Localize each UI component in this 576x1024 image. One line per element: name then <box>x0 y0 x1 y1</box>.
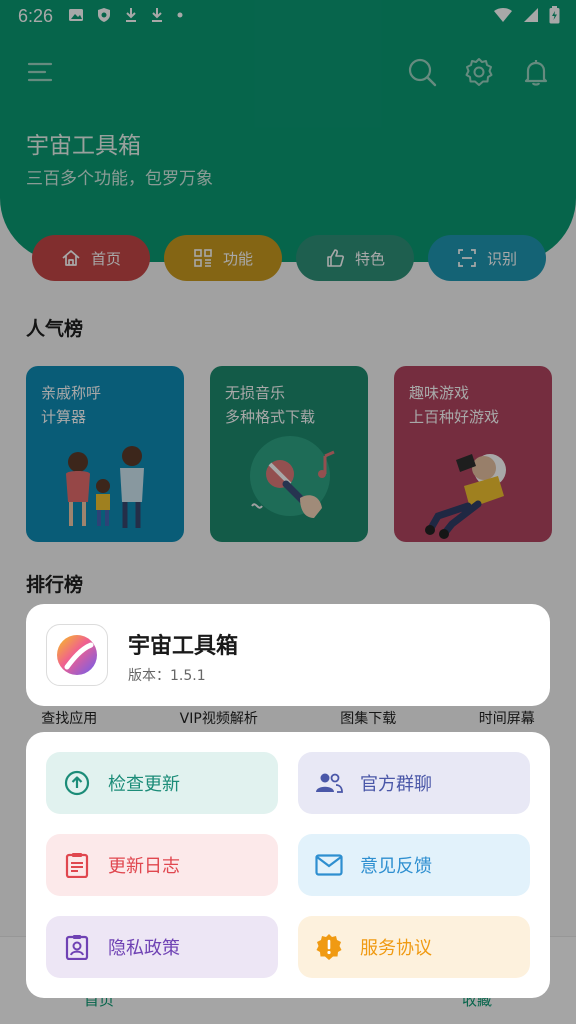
app-logo <box>46 624 108 686</box>
feedback-label: 意见反馈 <box>360 856 432 877</box>
check-update-label: 检查更新 <box>108 774 180 795</box>
mail-icon <box>315 854 343 876</box>
changelog-button[interactable]: 更新日志 <box>46 834 278 896</box>
app-version: 版本：1.5.1 <box>128 668 206 684</box>
app-logo-icon <box>57 635 97 675</box>
clipboard-icon <box>65 853 89 878</box>
feedback-button[interactable]: 意见反馈 <box>298 834 530 896</box>
group-icon <box>316 773 343 793</box>
app-name: 宇宙工具箱 <box>128 634 239 659</box>
privacy-policy-label: 隐私政策 <box>108 938 180 959</box>
privacy-policy-button[interactable]: 隐私政策 <box>46 916 278 978</box>
badge-icon <box>65 935 89 960</box>
changelog-label: 更新日志 <box>108 856 180 877</box>
app-info-card: 宇宙工具箱 版本：1.5.1 <box>26 604 550 706</box>
upload-circle-icon <box>64 770 90 796</box>
official-group-button[interactable]: 官方群聊 <box>298 752 530 814</box>
service-agreement-label: 服务协议 <box>360 938 432 959</box>
about-action-sheet: 检查更新 官方群聊 更新日志 意见反馈 隐私政策 服务协议 <box>26 732 550 998</box>
check-update-button[interactable]: 检查更新 <box>46 752 278 814</box>
service-agreement-button[interactable]: 服务协议 <box>298 916 530 978</box>
alert-gear-icon <box>316 934 342 960</box>
official-group-label: 官方群聊 <box>360 774 432 795</box>
